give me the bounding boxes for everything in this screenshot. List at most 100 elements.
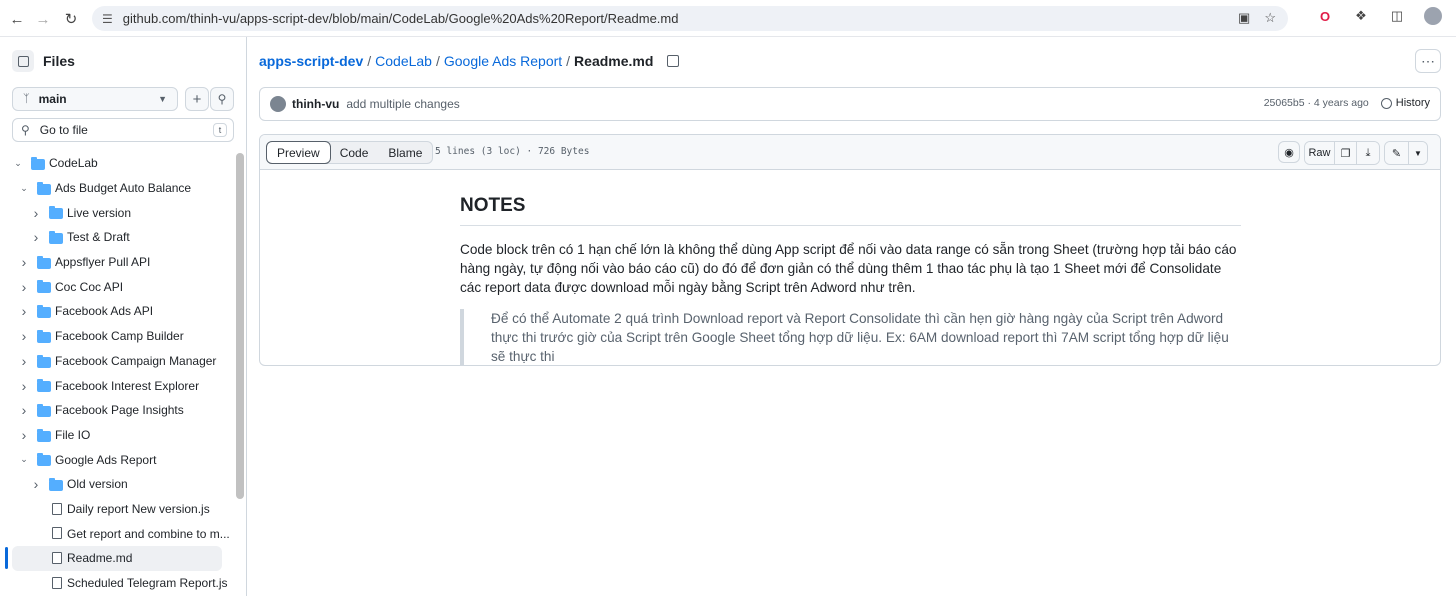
file-tree: ⌄ CodeLab ⌄ Ads Budget Auto Balance › Live ve… xyxy=(0,151,236,595)
chevron-right-icon[interactable]: › xyxy=(31,476,41,492)
chevron-down-icon[interactable]: ⌄ xyxy=(13,158,23,169)
tree-item-label: File IO xyxy=(55,427,91,442)
folder-icon xyxy=(37,329,51,343)
tree-item-label: Facebook Page Insights xyxy=(55,403,184,418)
chevron-down-icon[interactable]: ▼ xyxy=(1409,142,1427,164)
tree-item-label: Test & Draft xyxy=(67,230,130,245)
tree-file-item[interactable]: Readme.md xyxy=(5,546,222,571)
tree-folder-item[interactable]: › Test & Draft xyxy=(0,225,236,250)
markdown-body: NOTES Code block trên có 1 hạn chế lớn l… xyxy=(460,195,1241,365)
breadcrumb-repo-link[interactable]: apps-script-dev xyxy=(259,53,363,69)
tree-item-label: Readme.md xyxy=(67,551,133,566)
folder-icon xyxy=(49,231,63,245)
tree-item-label: Coc Coc API xyxy=(55,279,124,294)
avatar[interactable] xyxy=(270,96,286,112)
chevron-right-icon[interactable]: › xyxy=(19,427,29,443)
breadcrumb-google-ads-report-link[interactable]: Google Ads Report xyxy=(444,53,562,69)
tree-folder-item[interactable]: › Old version xyxy=(0,472,236,497)
tree-folder-item[interactable]: ⌄ Google Ads Report xyxy=(0,447,236,472)
tree-file-item[interactable]: Get report and combine to m... xyxy=(0,521,236,546)
folder-icon xyxy=(37,181,51,195)
folder-icon xyxy=(37,255,51,269)
chevron-down-icon[interactable]: ⌄ xyxy=(19,454,29,465)
file-icon xyxy=(52,527,62,540)
add-file-button[interactable]: + xyxy=(185,87,209,111)
tree-folder-item[interactable]: › Facebook Interest Explorer xyxy=(0,373,236,398)
folder-icon xyxy=(49,477,63,491)
tree-folder-item[interactable]: ⌄ Ads Budget Auto Balance xyxy=(0,176,236,201)
tree-folder-item[interactable]: › Facebook Ads API xyxy=(0,299,236,324)
back-icon[interactable]: ← xyxy=(4,6,30,32)
file-icon xyxy=(52,576,62,589)
more-options-button[interactable]: ⋯ xyxy=(1415,49,1441,73)
folder-icon xyxy=(37,379,51,393)
url-text: github.com/thinh-vu/apps-script-dev/blob… xyxy=(122,11,679,26)
extensions-puzzle-icon[interactable]: ❖ xyxy=(1352,7,1370,25)
breadcrumb: apps-script-dev / CodeLab / Google Ads R… xyxy=(259,53,680,69)
readme-heading: NOTES xyxy=(460,195,1241,226)
tree-folder-item[interactable]: › Facebook Campaign Manager xyxy=(0,349,236,374)
edit-pencil-icon[interactable]: ✎ xyxy=(1385,142,1409,164)
chevron-right-icon[interactable]: › xyxy=(19,303,29,319)
address-bar[interactable]: ☰ github.com/thinh-vu/apps-script-dev/bl… xyxy=(92,6,1288,31)
chevron-right-icon[interactable]: › xyxy=(19,328,29,344)
copy-path-icon[interactable] xyxy=(667,55,680,67)
chevron-right-icon[interactable]: › xyxy=(19,279,29,295)
collapse-sidebar-icon[interactable] xyxy=(12,50,34,72)
branch-selector[interactable]: ᛉ main ▼ xyxy=(12,87,178,111)
view-mode-tabs: Preview Code Blame xyxy=(266,141,434,164)
copilot-icon[interactable]: ◉ xyxy=(1278,141,1300,163)
go-to-file-input[interactable]: ⚲ Go to file t xyxy=(12,118,234,142)
tree-file-item[interactable]: Scheduled Telegram Report.js xyxy=(0,571,236,596)
forward-icon[interactable]: → xyxy=(30,6,56,32)
tree-folder-item[interactable]: › Appsflyer Pull API xyxy=(0,250,236,275)
install-app-icon[interactable]: ▣ xyxy=(1238,10,1250,26)
commit-author-link[interactable]: thinh-vu xyxy=(292,97,339,111)
file-icon xyxy=(52,502,62,515)
folder-icon xyxy=(31,157,45,170)
breadcrumb-current-file: Readme.md xyxy=(574,53,654,69)
tree-folder-item[interactable]: ⌄ CodeLab xyxy=(0,151,236,176)
chevron-right-icon[interactable]: › xyxy=(31,205,41,221)
download-icon[interactable]: ⤓ xyxy=(1357,142,1379,164)
breadcrumb-codelab-link[interactable]: CodeLab xyxy=(375,53,432,69)
copy-raw-icon[interactable]: ❐ xyxy=(1335,142,1357,164)
chevron-right-icon[interactable]: › xyxy=(19,402,29,418)
readme-paragraph: Code block trên có 1 hạn chế lớn là khôn… xyxy=(460,242,1237,295)
tree-folder-item[interactable]: › Facebook Page Insights xyxy=(0,398,236,423)
tree-file-item[interactable]: Daily report New version.js xyxy=(0,497,236,522)
reading-list-icon[interactable]: ◫ xyxy=(1388,7,1406,25)
chevron-right-icon[interactable]: › xyxy=(19,378,29,394)
folder-icon xyxy=(37,428,51,442)
folder-icon xyxy=(37,280,51,294)
tab-blame[interactable]: Blame xyxy=(378,142,432,163)
chevron-right-icon[interactable]: › xyxy=(19,254,29,270)
tree-folder-item[interactable]: › Live version xyxy=(0,200,236,225)
latest-commit-bar: thinh-vu add multiple changes 25065b5 · … xyxy=(259,87,1441,121)
search-button[interactable]: ⚲ xyxy=(210,87,234,111)
tab-preview[interactable]: Preview xyxy=(266,141,331,164)
tree-item-label: Scheduled Telegram Report.js xyxy=(67,576,228,591)
tree-item-label: Google Ads Report xyxy=(55,452,157,467)
chevron-down-icon: ▼ xyxy=(158,94,167,104)
tree-folder-item[interactable]: › Coc Coc API xyxy=(0,274,236,299)
raw-button[interactable]: Raw xyxy=(1305,142,1335,164)
tree-folder-item[interactable]: › File IO xyxy=(0,423,236,448)
folder-icon xyxy=(37,354,51,368)
commit-sha-age[interactable]: 25065b5 · 4 years ago xyxy=(1264,97,1369,109)
reload-icon[interactable]: ↻ xyxy=(58,6,84,32)
history-button[interactable]: History xyxy=(1380,97,1430,109)
profile-avatar-icon[interactable] xyxy=(1424,7,1442,25)
tab-code[interactable]: Code xyxy=(330,142,379,163)
chevron-down-icon[interactable]: ⌄ xyxy=(19,183,29,194)
sidebar-scrollbar[interactable] xyxy=(236,153,244,499)
tree-folder-item[interactable]: › Facebook Camp Builder xyxy=(0,324,236,349)
file-viewer: Preview Code Blame 5 lines (3 loc) · 726… xyxy=(259,134,1441,366)
chevron-right-icon[interactable]: › xyxy=(19,353,29,369)
tree-item-label: Daily report New version.js xyxy=(67,501,210,516)
chevron-right-icon[interactable]: › xyxy=(31,229,41,245)
commit-message-link[interactable]: add multiple changes xyxy=(346,97,459,111)
site-settings-icon[interactable]: ☰ xyxy=(102,12,113,26)
bookmark-star-icon[interactable]: ☆ xyxy=(1264,10,1276,26)
opera-extension-icon[interactable]: O xyxy=(1316,7,1334,25)
